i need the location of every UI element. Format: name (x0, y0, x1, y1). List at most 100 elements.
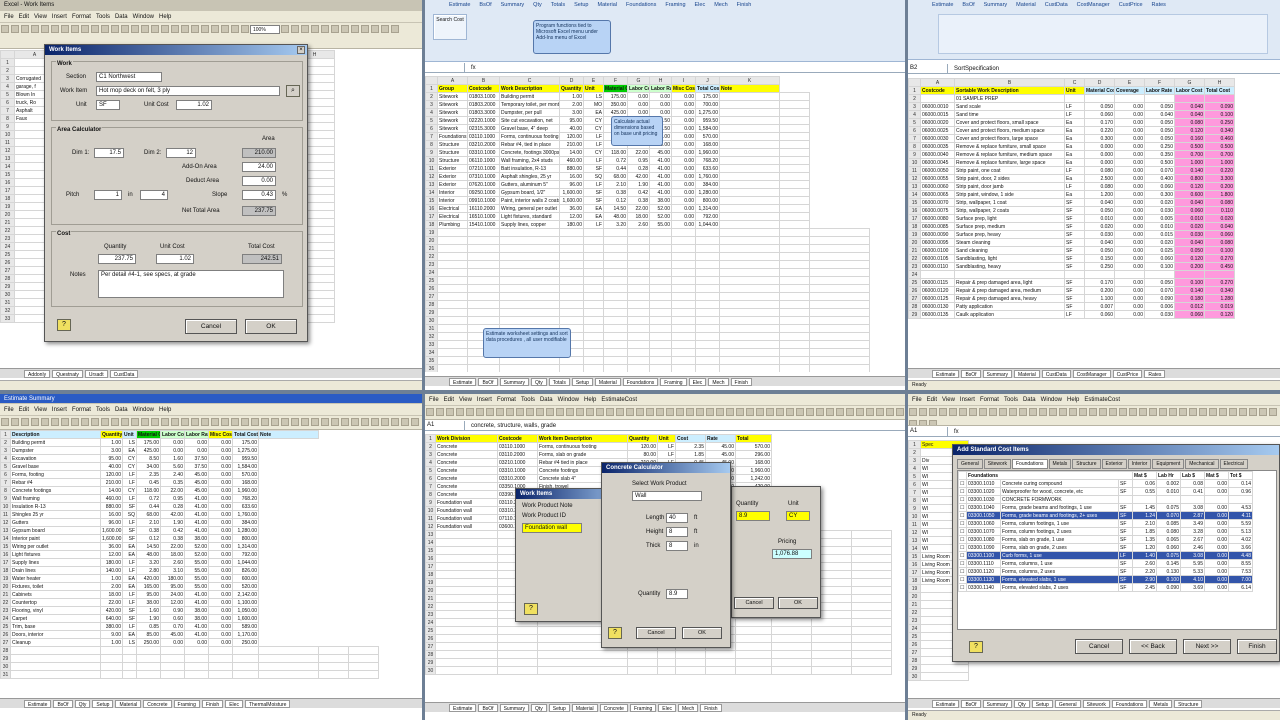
header-cell[interactable]: Material Cost (603, 84, 628, 93)
cell[interactable]: 0.00 (1114, 302, 1145, 311)
row-number[interactable]: 23 (425, 610, 436, 619)
cell[interactable] (437, 348, 468, 357)
header-cell[interactable]: Work Description (499, 84, 560, 93)
menu-item[interactable]: EstimateCost (1084, 397, 1120, 403)
cell[interactable] (122, 654, 137, 663)
cell[interactable]: 0.00 (1114, 230, 1145, 239)
cell[interactable]: 36.00 (100, 542, 123, 551)
cell[interactable]: 0.600 (1174, 190, 1205, 199)
cell[interactable]: 0.00 (208, 494, 233, 503)
cell[interactable] (499, 260, 560, 269)
toolbar-button-icon[interactable] (776, 408, 784, 416)
toolbar-button-icon[interactable] (191, 25, 199, 33)
cell[interactable]: 38.00 (184, 534, 209, 543)
toolbar-button-icon[interactable] (281, 25, 289, 33)
cell[interactable] (671, 260, 696, 269)
cell[interactable] (779, 164, 810, 173)
cell[interactable] (771, 666, 812, 675)
row-number[interactable]: 6 (908, 126, 921, 135)
cell[interactable]: 0.00 (1114, 158, 1145, 167)
sheet-tab[interactable]: Foundations (622, 377, 659, 386)
cell[interactable]: 03310.1000 (467, 148, 500, 157)
cell[interactable]: Concrete (435, 466, 498, 475)
sheet-tab[interactable]: Sitework (1082, 699, 1110, 708)
cancel-button[interactable]: Cancel (185, 319, 237, 334)
cell[interactable]: 38.00 (184, 614, 209, 623)
sheet-tab[interactable]: Material (594, 377, 621, 386)
cell[interactable] (437, 340, 468, 349)
list-item[interactable]: ☐ 03300.1090 Forms, slab on grade, 2 uses S… (958, 543, 1253, 552)
cell[interactable] (100, 654, 123, 663)
sheet-tab[interactable]: Finish (730, 377, 752, 386)
toolbar-button-icon[interactable] (786, 408, 794, 416)
cell[interactable]: SF (1118, 479, 1133, 488)
cell[interactable]: EA (122, 550, 137, 559)
help-icon[interactable]: ? (969, 641, 983, 653)
cell[interactable] (735, 618, 772, 627)
cell[interactable] (954, 270, 1065, 279)
cell[interactable]: 0.41 (1180, 487, 1205, 496)
cell[interactable]: Concrete footings (10, 486, 101, 495)
cell[interactable] (318, 646, 349, 655)
cell[interactable] (851, 554, 892, 563)
cell[interactable] (318, 654, 349, 663)
sheet-tab[interactable]: Framing (660, 377, 687, 386)
cell[interactable] (809, 308, 870, 317)
toolbar-button-icon[interactable] (121, 418, 129, 426)
cell[interactable]: 0.060 (1144, 254, 1175, 263)
row-number[interactable]: 15 (0, 542, 11, 551)
cell[interactable] (467, 276, 500, 285)
cell[interactable]: SF (1064, 206, 1085, 215)
header-cell[interactable]: Labor Rate (649, 84, 672, 93)
cell[interactable]: 0.050 (1144, 278, 1175, 287)
cell[interactable]: 0.006 (1144, 302, 1175, 311)
cell[interactable]: Forms, continuous footing (537, 442, 628, 451)
cell[interactable]: SF (1064, 198, 1085, 207)
cell[interactable] (122, 646, 137, 655)
cell[interactable]: 0.150 (1084, 254, 1115, 263)
cell[interactable]: 38.00 (184, 606, 209, 615)
row-number[interactable]: 3 (425, 100, 438, 109)
cell[interactable]: 1,584.00 (232, 462, 259, 471)
list-item[interactable]: ☐ 03300.1140 Forms, elevated slabs, 2 uses… (958, 583, 1253, 592)
toolbar-button-icon[interactable] (1029, 408, 1037, 416)
cell[interactable]: 0.85 (136, 622, 161, 631)
cell[interactable] (499, 300, 560, 309)
cell[interactable] (811, 642, 852, 651)
toolbar-button-icon[interactable] (989, 408, 997, 416)
cell[interactable]: 0.00 (627, 100, 650, 109)
cell[interactable]: Foundation wall (435, 498, 498, 507)
cell[interactable]: 0.050 (1084, 102, 1115, 111)
toolbar-button-icon[interactable] (381, 418, 389, 426)
cell[interactable]: LS (122, 438, 137, 447)
header-cell[interactable]: Cost (675, 434, 706, 443)
cell[interactable] (735, 634, 772, 643)
checkbox[interactable]: ☐ (958, 559, 967, 568)
cell[interactable] (499, 228, 560, 237)
cell[interactable]: 2.46 (1180, 543, 1205, 552)
cell[interactable]: 0.00 (671, 220, 696, 229)
toolbar-button-icon[interactable] (1139, 408, 1147, 416)
cell[interactable] (232, 670, 259, 679)
sheet-tab[interactable]: Summary (499, 377, 529, 386)
cell[interactable]: 0.00 (208, 622, 233, 631)
cell[interactable]: Sitework (437, 100, 468, 109)
cell[interactable]: 40.00 (559, 124, 584, 133)
column-header[interactable]: E (583, 76, 604, 85)
cell[interactable]: 0.00 (208, 558, 233, 567)
cell[interactable]: 1.45 (1132, 503, 1157, 512)
cell[interactable]: LF (122, 598, 137, 607)
row-number[interactable]: 6 (0, 470, 11, 479)
cell[interactable]: 0.38 (160, 534, 185, 543)
cell[interactable] (649, 316, 672, 325)
cell[interactable] (435, 626, 498, 635)
menu-item[interactable]: Data (115, 407, 128, 413)
row-number[interactable]: 7 (908, 134, 921, 143)
toolbar-button-icon[interactable] (696, 408, 704, 416)
cell[interactable] (603, 332, 628, 341)
cell[interactable]: 0.60 (160, 614, 185, 623)
cell[interactable]: 0.00 (671, 116, 696, 125)
cell[interactable] (719, 108, 780, 117)
row-number[interactable]: 29 (0, 654, 11, 663)
cell[interactable]: Sitework (437, 124, 468, 133)
